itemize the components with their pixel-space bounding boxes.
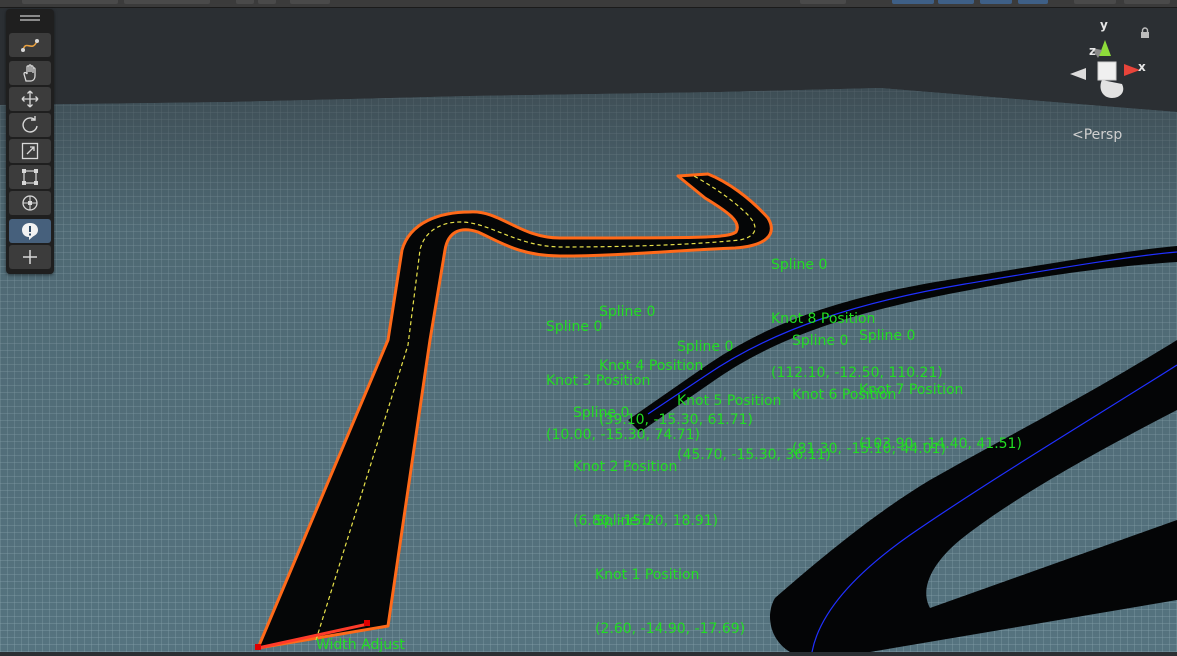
custom-tool-icon <box>22 223 38 240</box>
width-adjust-knob-right[interactable] <box>364 620 370 626</box>
lock-icon[interactable] <box>1139 27 1151 39</box>
gizmo-x-label: x <box>1138 60 1146 74</box>
rect-tool-button[interactable] <box>9 165 51 189</box>
scene-viewport[interactable] <box>0 0 1177 652</box>
chevron-left-icon: < <box>1072 127 1084 143</box>
top-bar-button[interactable] <box>290 0 330 4</box>
scale-tool-icon <box>21 142 39 160</box>
drag-grip-icon[interactable] <box>20 15 40 21</box>
rect-tool-icon <box>22 169 38 185</box>
top-bar-button[interactable] <box>1074 0 1116 4</box>
custom-tool-button[interactable] <box>9 219 51 243</box>
top-bar-button[interactable] <box>1124 0 1170 4</box>
width-adjust-knob-left[interactable] <box>255 644 261 650</box>
top-bar-button[interactable] <box>258 0 276 4</box>
transform-tool-icon <box>22 195 38 211</box>
projection-label: Persp <box>1083 127 1123 143</box>
tools-overlay <box>6 9 54 274</box>
transform-tool-button[interactable] <box>9 191 51 215</box>
rotate-tool-icon <box>22 116 38 133</box>
hand-tool-icon <box>23 64 36 82</box>
top-bar-button[interactable] <box>938 0 974 4</box>
top-bar-button[interactable] <box>236 0 254 4</box>
rotate-tool-button[interactable] <box>9 113 51 137</box>
add-tool-button[interactable] <box>9 245 51 269</box>
move-tool-button[interactable] <box>9 87 51 111</box>
spline-tool-button[interactable] <box>9 33 51 57</box>
move-tool-icon <box>21 90 39 108</box>
hand-tool-button[interactable] <box>9 61 51 85</box>
gizmo-z-label: z <box>1089 44 1096 58</box>
spline-tool-icon <box>21 39 39 52</box>
top-bar-button[interactable] <box>980 0 1012 4</box>
top-bar-button[interactable] <box>22 0 118 4</box>
top-bar-button[interactable] <box>800 0 846 4</box>
gizmo-y-label: y <box>1100 18 1108 32</box>
projection-toggle[interactable]: <Persp <box>1072 126 1122 144</box>
top-bar-button[interactable] <box>892 0 934 4</box>
editor-top-bar <box>0 0 1177 8</box>
add-tool-icon <box>23 250 37 264</box>
ground-haze <box>0 88 1177 652</box>
top-bar-button[interactable] <box>1018 0 1048 4</box>
top-bar-button[interactable] <box>124 0 210 4</box>
scale-tool-button[interactable] <box>9 139 51 163</box>
